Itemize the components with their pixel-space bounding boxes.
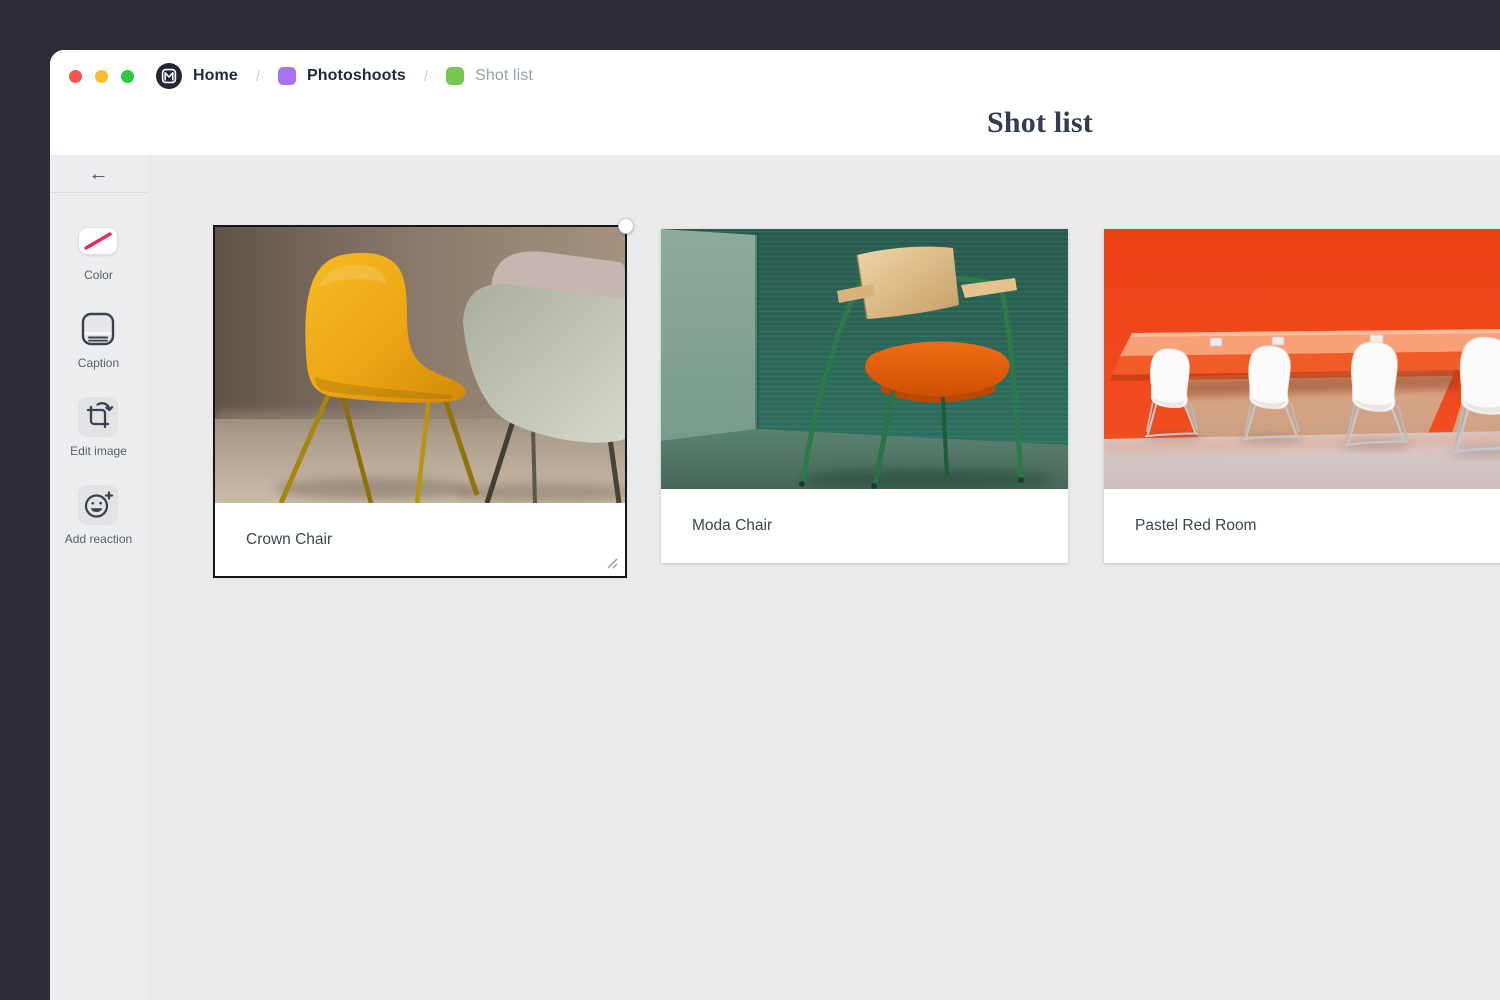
smiley-plus-icon: [78, 485, 118, 525]
pastel-red-room-image: [1104, 229, 1500, 489]
breadcrumb-item-shot-list: Shot list: [446, 67, 533, 85]
breadcrumb-label: Home: [193, 67, 238, 85]
collapse-sidebar-button[interactable]: ←: [50, 155, 147, 192]
breadcrumb-label: Shot list: [475, 67, 533, 85]
tool-label: Color: [84, 268, 113, 282]
breadcrumb-separator: /: [424, 68, 428, 85]
resize-handle-icon[interactable]: [604, 555, 620, 571]
tool-label: Caption: [78, 356, 119, 370]
close-window-button[interactable]: [69, 70, 82, 83]
app-window: Home / Photoshoots / Shot list Shot list…: [50, 50, 1500, 1000]
card-moda-chair[interactable]: Moda Chair: [661, 229, 1068, 563]
tool-add-reaction[interactable]: Add reaction: [65, 485, 132, 546]
card-crown-chair[interactable]: Crown Chair: [215, 227, 625, 576]
color-swatch-icon: [78, 227, 118, 255]
card-caption[interactable]: Pastel Red Room: [1104, 489, 1500, 563]
board-icon: [278, 67, 296, 85]
breadcrumb-item-photoshoots[interactable]: Photoshoots: [278, 67, 406, 85]
card-caption[interactable]: Crown Chair: [215, 503, 625, 576]
tool-edit-image[interactable]: Edit image: [70, 397, 127, 458]
tool-list: Color Caption: [65, 193, 132, 573]
tool-label: Edit image: [70, 444, 127, 458]
breadcrumb-label: Photoshoots: [307, 67, 406, 85]
toolbar-sidebar: ← Color: [50, 155, 148, 1000]
card-pastel-red-room[interactable]: Pastel Red Room: [1104, 229, 1500, 563]
zoom-window-button[interactable]: [121, 70, 134, 83]
board-canvas[interactable]: Crown Chair: [147, 155, 1500, 1000]
crop-rotate-icon: [78, 397, 118, 437]
back-arrow-icon: ←: [89, 164, 109, 184]
tool-color[interactable]: Color: [78, 221, 118, 282]
milanote-logo-icon: [156, 63, 182, 89]
moda-chair-image: [661, 229, 1068, 489]
card-caption[interactable]: Moda Chair: [661, 489, 1068, 563]
breadcrumb-separator: /: [256, 68, 260, 85]
tool-label: Add reaction: [65, 532, 132, 546]
breadcrumb-item-home[interactable]: Home: [156, 63, 238, 89]
crown-chair-image: [215, 227, 625, 503]
caption-icon: [78, 309, 118, 349]
minimize-window-button[interactable]: [95, 70, 108, 83]
board-title[interactable]: Shot list: [987, 106, 1093, 140]
window-controls: [69, 70, 134, 83]
tool-caption[interactable]: Caption: [78, 309, 119, 370]
board-icon: [446, 67, 464, 85]
header-bar: Home / Photoshoots / Shot list Shot list: [50, 50, 1500, 155]
selection-handle[interactable]: [618, 218, 634, 234]
breadcrumb: Home / Photoshoots / Shot list: [156, 62, 533, 90]
